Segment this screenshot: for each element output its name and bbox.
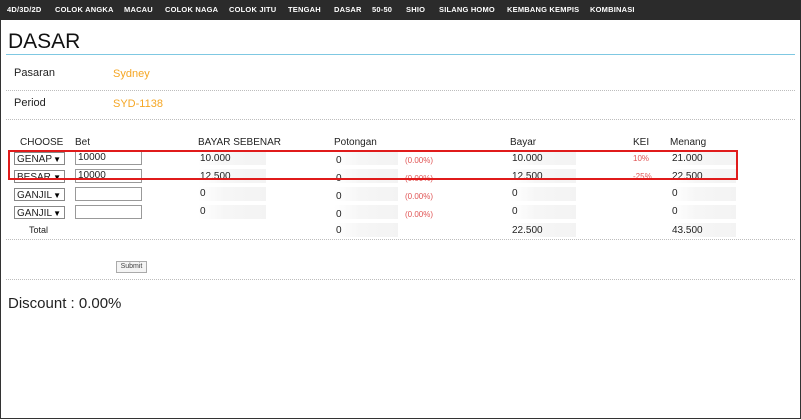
potongan-value: 0 [336,191,342,202]
potongan-value: 0 [336,209,342,220]
pasaran-value: Sydney [113,68,150,80]
chevron-down-icon: ▼ [53,209,61,218]
title-divider [6,54,795,55]
total-menang: 43.500 [672,225,703,236]
pasaran-label: Pasaran [14,67,55,79]
nav-item-tengah[interactable]: TENGAH [288,0,321,20]
menang-value: 0 [672,206,678,217]
header-bet: Bet [75,137,91,148]
cell-bg [670,187,736,201]
choose-select[interactable]: GANJIL ▼ [14,188,65,201]
divider [6,279,795,280]
cell-bg [198,205,266,219]
total-potongan: 0 [336,225,342,236]
choose-select-value: GANJIL [17,190,53,201]
cell-bg [334,205,398,219]
cell-bg [510,187,576,201]
bet-input[interactable] [75,205,142,219]
nav-item-silang-homo[interactable]: SILANG HOMO [439,0,495,20]
choose-select-value: GANJIL [17,208,53,219]
nav-item-colok-jitu[interactable]: COLOK JITU [229,0,276,20]
discount-text: Discount : 0.00% [8,295,122,312]
period-value: SYD-1138 [113,98,163,110]
nav-item-colok-angka[interactable]: COLOK ANGKA [55,0,114,20]
header-bayar: Bayar [510,137,537,148]
header-kei: KEI [633,137,650,148]
cell-bg [198,187,266,201]
submit-button[interactable]: Submit [116,261,147,273]
cell-bg [670,205,736,219]
bayar-sebenar-value: 0 [200,206,206,217]
total-bayar: 22.500 [512,225,543,236]
nav-item-kombinasi[interactable]: KOMBINASI [590,0,635,20]
header-choose: CHOOSE [20,137,64,148]
nav-item-50-50[interactable]: 50-50 [372,0,392,20]
cell-bg [334,223,398,237]
header-menang: Menang [670,137,707,148]
choose-select[interactable]: GANJIL ▼ [14,206,65,219]
cell-bg [510,205,576,219]
bet-input[interactable] [75,187,142,201]
header-potongan: Potongan [334,137,377,148]
highlight-box [8,150,738,180]
page-title: DASAR [8,30,81,53]
total-label: Total [29,225,49,235]
bayar-sebenar-value: 0 [200,188,206,199]
divider [6,119,795,120]
divider [6,90,795,91]
nav-item-colok-naga[interactable]: COLOK NAGA [165,0,218,20]
divider [6,239,795,240]
potongan-percent: (0.00%) [405,192,434,201]
bayar-value: 0 [512,206,518,217]
nav-item-4d3d2d[interactable]: 4D/3D/2D [7,0,42,20]
nav-item-dasar[interactable]: DASAR [334,0,362,20]
potongan-percent: (0.00%) [405,210,434,219]
period-label: Period [14,97,46,109]
cell-bg [334,187,398,201]
chevron-down-icon: ▼ [53,191,61,200]
bayar-value: 0 [512,188,518,199]
header-bayar-sebenar: BAYAR SEBENAR [198,137,281,148]
menang-value: 0 [672,188,678,199]
top-nav: 4D/3D/2D COLOK ANGKA MACAU COLOK NAGA CO… [0,0,801,20]
nav-item-shio[interactable]: SHIO [406,0,425,20]
nav-item-kembang-kempis[interactable]: KEMBANG KEMPIS [507,0,579,20]
nav-item-macau[interactable]: MACAU [124,0,153,20]
